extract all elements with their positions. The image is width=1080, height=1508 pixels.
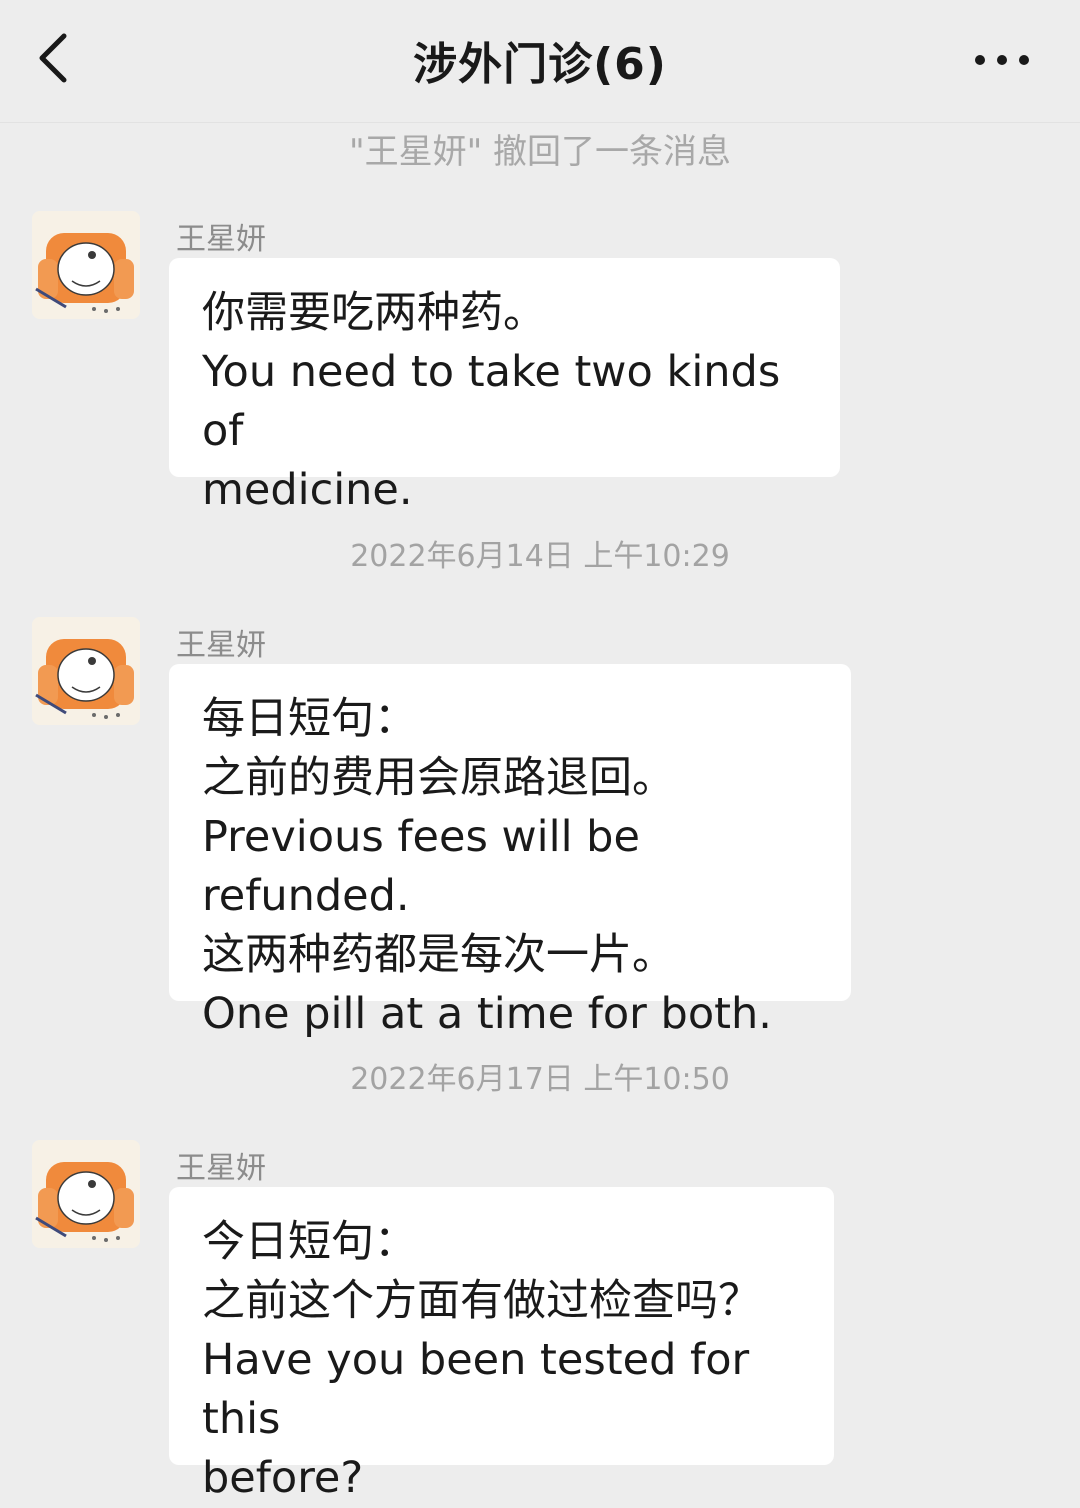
message-bubble[interactable]: 你需要吃两种药。 You need to take two kinds of m… [169,258,840,515]
avatar[interactable] [32,211,140,319]
message-line: One pill at a time for both. [202,989,772,1039]
avatar[interactable] [32,1140,140,1248]
message-bubble[interactable]: 每日短句： 之前的费用会原路退回。 Previous fees will be … [169,664,851,1039]
message-line: 之前的费用会原路退回。 [202,753,675,803]
sender-name: 王星妍 [176,222,266,257]
message-line: 今日短句： [202,1217,417,1267]
recall-notice: "王星妍" 撤回了一条消息 [348,132,732,172]
cartoon-armchair-avatar [32,211,140,319]
message-line: 每日短句： [202,694,417,744]
message-line: before? [202,1453,364,1503]
sender-name: 王星妍 [176,628,266,663]
cartoon-armchair-avatar [32,1140,140,1248]
message-line: 之前这个方面有做过检查吗？ [202,1276,761,1326]
more-button[interactable] [970,38,1034,82]
message-line: 你需要吃两种药。 [202,288,546,338]
sender-name: 王星妍 [176,1151,266,1186]
avatar[interactable] [32,617,140,725]
cartoon-armchair-avatar [32,617,140,725]
more-dots-icon [975,55,1029,65]
message-line: You need to take two kinds of [202,347,794,456]
timestamp: 2022年6月17日 上午10:50 [350,1062,730,1097]
message-line: 这两种药都是每次一片。 [202,930,675,980]
chat-header: 涉外门诊(6) [0,0,1080,123]
message-line: Previous fees will be refunded. [202,812,654,921]
message-line: Have you been tested for this [202,1335,763,1444]
chat-title: 涉外门诊(6) [413,39,667,90]
message-line: medicine. [202,465,413,515]
timestamp: 2022年6月14日 上午10:29 [350,539,730,574]
message-bubble[interactable]: 今日短句： 之前这个方面有做过检查吗？ Have you been tested… [169,1187,834,1503]
